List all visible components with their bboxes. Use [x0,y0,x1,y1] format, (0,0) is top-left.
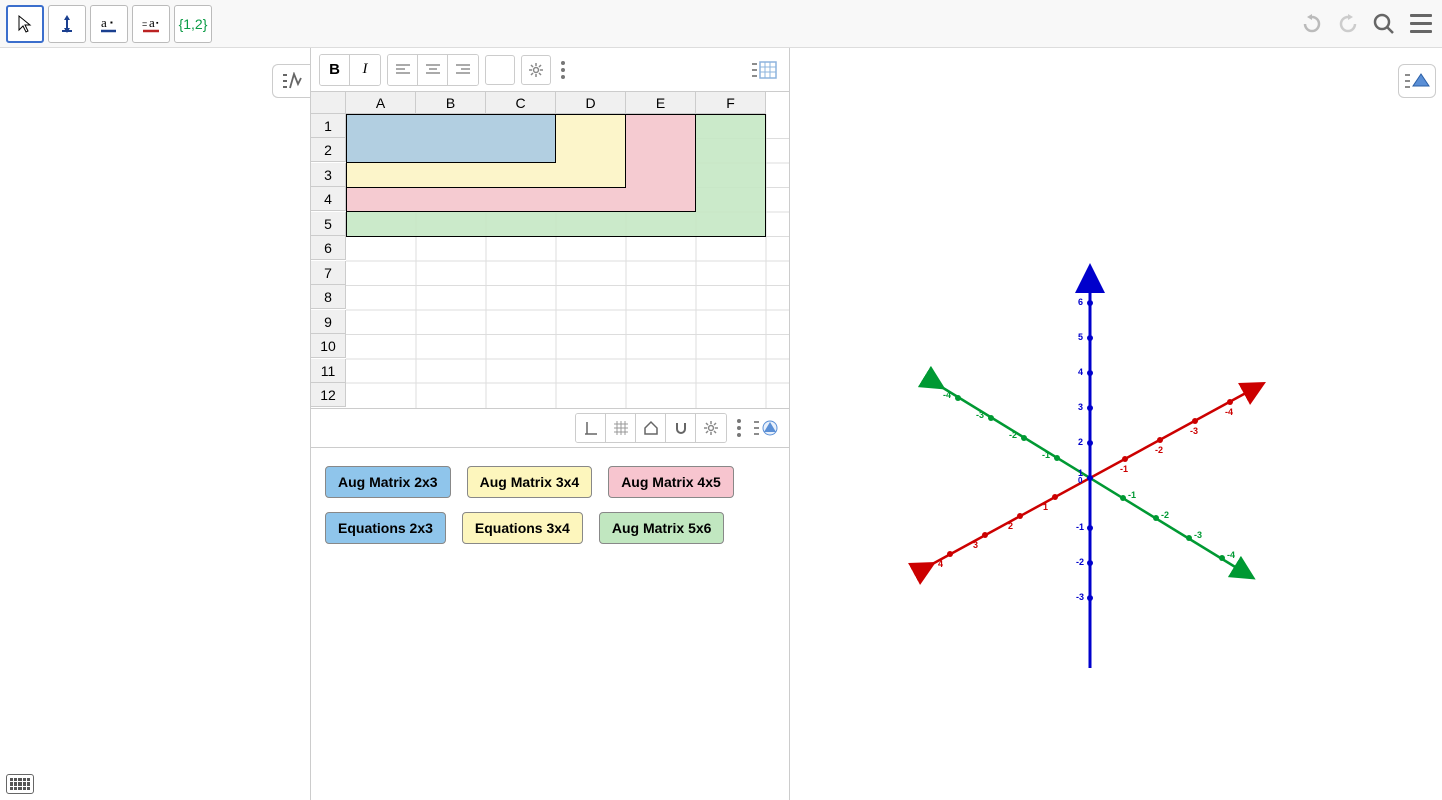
svg-text:-3: -3 [1194,530,1202,540]
bgcolor-button[interactable] [485,55,515,85]
algebra-panel-collapsed [0,48,310,800]
svg-text:-4: -4 [1225,407,1233,417]
svg-text:-3: -3 [976,410,984,420]
col-header[interactable]: C [486,92,556,114]
spreadsheet-view[interactable]: A B C D E F 1 2 3 4 5 6 7 8 9 10 11 12 [311,92,789,408]
row-header[interactable]: 5 [311,212,346,236]
list-tool[interactable]: {1,2} [174,5,212,43]
slider-tool[interactable] [48,5,86,43]
spreadsheet-corner[interactable] [311,92,346,114]
svg-text:-4: -4 [1227,550,1235,560]
align-left-button[interactable] [388,55,418,85]
equations-3x4-button[interactable]: Equations 3x4 [462,512,583,544]
svg-text:-4: -4 [943,390,951,400]
row-header[interactable]: 8 [311,285,346,309]
row-header[interactable]: 11 [311,359,346,383]
svg-text:-3: -3 [1190,426,1198,436]
row-header[interactable]: 3 [311,163,346,187]
redo-button[interactable] [1334,10,1362,38]
svg-text:0: 0 [1078,476,1083,485]
bold-button[interactable]: B [320,55,350,85]
row-header[interactable]: 1 [311,114,346,138]
svg-text:4: 4 [938,559,943,569]
row-header[interactable]: 9 [311,310,346,334]
col-header[interactable]: B [416,92,486,114]
aug-matrix-3x4-button[interactable]: Aug Matrix 3x4 [467,466,593,498]
col-header[interactable]: A [346,92,416,114]
text-tool-2[interactable]: =a▪ [132,5,170,43]
svg-text:-1: -1 [1042,450,1050,460]
svg-text:-2: -2 [1076,557,1084,567]
svg-text:▪: ▪ [156,20,159,27]
svg-text:▪: ▪ [110,18,113,27]
svg-text:2: 2 [1078,437,1083,447]
svg-text:=: = [142,19,147,29]
search-icon[interactable] [1370,10,1398,38]
undo-button[interactable] [1298,10,1326,38]
text-tool[interactable]: a▪ [90,5,128,43]
svg-text:2: 2 [1008,521,1013,531]
menu-button[interactable] [1406,10,1436,37]
graphics-3d-view[interactable]: 6 5 4 3 2 1 0 -1 -2 -3 -1 -2 -3 -4 [790,48,1442,800]
virtual-keyboard-toggle[interactable] [6,774,34,794]
col-header[interactable]: F [696,92,766,114]
grid-toggle[interactable] [606,414,636,442]
gear-icon[interactable] [696,414,726,442]
svg-text:1: 1 [1043,502,1048,512]
format-toolbar: B I [311,48,789,92]
svg-text:-1: -1 [1128,490,1136,500]
graphics-toolbar [311,408,789,448]
svg-text:4: 4 [1078,367,1083,377]
aug-matrix-2x3-button[interactable]: Aug Matrix 2x3 [325,466,451,498]
svg-text:-1: -1 [1076,522,1084,532]
svg-text:-2: -2 [1009,430,1017,440]
region-2x3 [346,114,556,163]
equations-2x3-button[interactable]: Equations 2x3 [325,512,446,544]
svg-text:a: a [149,15,155,30]
svg-text:-1: -1 [1120,464,1128,474]
snap-button[interactable] [666,414,696,442]
spreadsheet-toggle[interactable] [747,55,781,85]
col-header[interactable]: D [556,92,626,114]
svg-text:5: 5 [1078,332,1083,342]
top-toolbar: a▪ =a▪ {1,2} [0,0,1442,48]
align-right-button[interactable] [448,55,478,85]
more-vert-icon[interactable] [733,415,745,441]
svg-text:3: 3 [1078,402,1083,412]
row-header[interactable]: 10 [311,334,346,358]
buttons-panel: Aug Matrix 2x3 Aug Matrix 3x4 Aug Matrix… [311,448,789,800]
col-header[interactable]: E [626,92,696,114]
row-header[interactable]: 2 [311,138,346,162]
settings-gear-icon[interactable] [521,55,551,85]
svg-text:-2: -2 [1155,445,1163,455]
z-tick: 6 [1078,297,1083,307]
italic-button[interactable]: I [350,55,380,85]
aug-matrix-5x6-button[interactable]: Aug Matrix 5x6 [599,512,725,544]
aug-matrix-4x5-button[interactable]: Aug Matrix 4x5 [608,466,734,498]
algebra-toggle[interactable] [272,64,310,98]
row-header[interactable]: 4 [311,187,346,211]
more-options-icon[interactable] [557,57,569,83]
graphics-toggle[interactable] [751,414,781,442]
move-tool[interactable] [6,5,44,43]
svg-text:-2: -2 [1161,510,1169,520]
home-button[interactable] [636,414,666,442]
align-center-button[interactable] [418,55,448,85]
svg-text:-3: -3 [1076,592,1084,602]
row-header[interactable]: 7 [311,261,346,285]
svg-text:a: a [101,15,107,30]
row-header[interactable]: 12 [311,383,346,407]
svg-text:3: 3 [973,540,978,550]
row-header[interactable]: 6 [311,236,346,260]
axes-toggle[interactable] [576,414,606,442]
